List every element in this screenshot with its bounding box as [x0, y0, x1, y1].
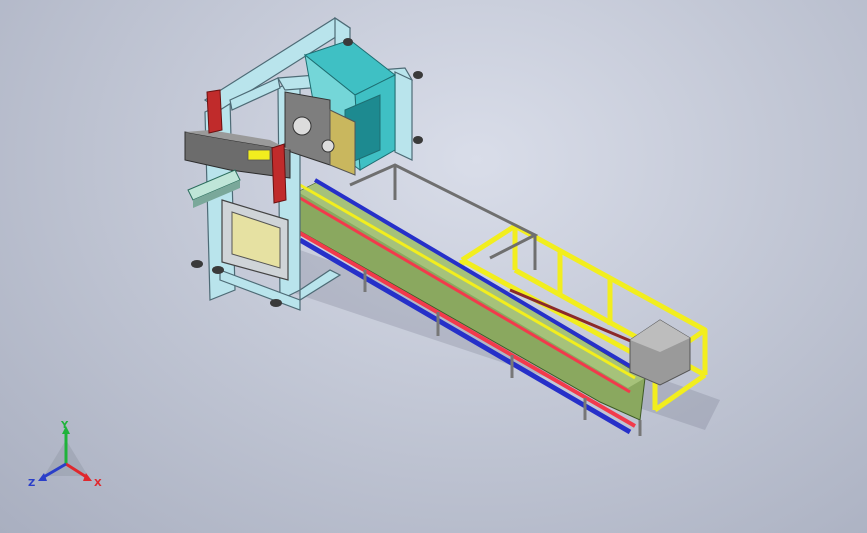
z-axis-label: Z [28, 478, 35, 489]
cad-viewport[interactable]: Y X Z [0, 0, 867, 533]
y-axis-label: Y [60, 420, 69, 431]
orientation-triad: Y X Z [28, 420, 102, 489]
machine-model[interactable] [0, 0, 867, 533]
x-axis-label: X [94, 478, 102, 489]
end-housing [629, 319, 691, 386]
